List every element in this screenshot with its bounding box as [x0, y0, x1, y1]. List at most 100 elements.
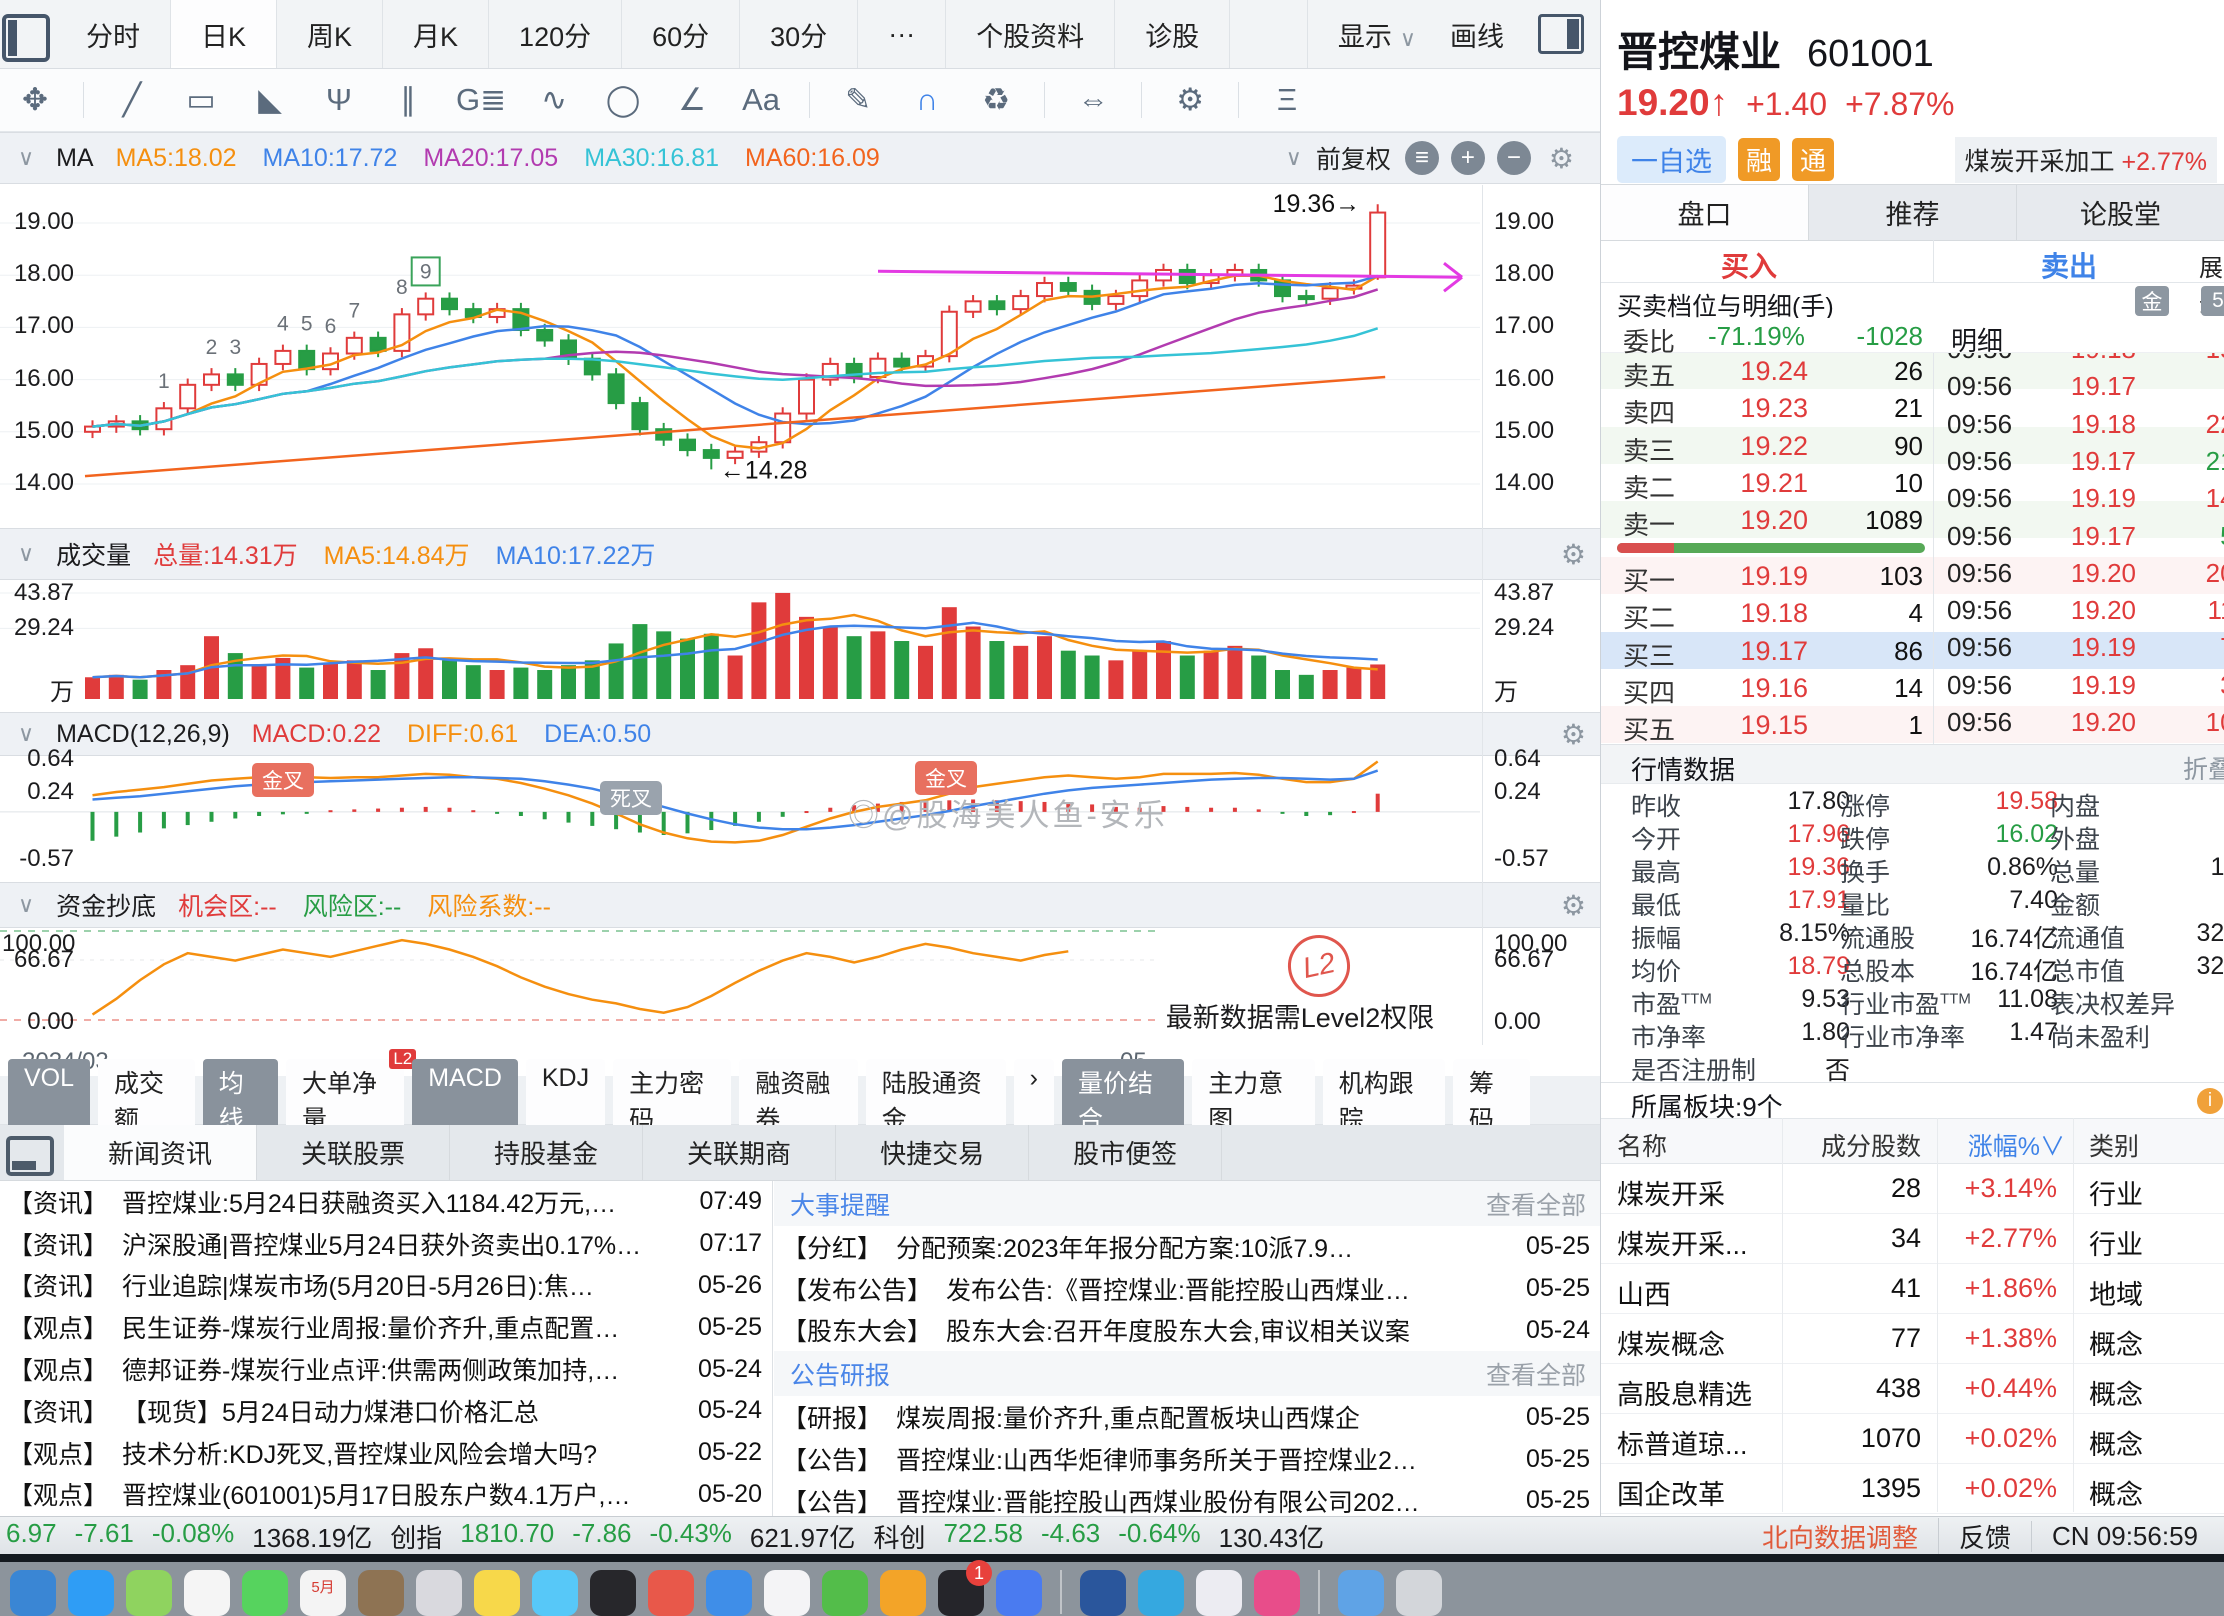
g- kline-settings-icon[interactable]: ⚙ [1549, 142, 1574, 175]
kline-chart[interactable]: 12345678919.36→←14.28 [0, 185, 1600, 528]
split-tool-icon[interactable]: ⇔ [1072, 82, 1114, 118]
sector-row-煤炭开采...[interactable]: 煤炭开采...34+2.77%行业 [1601, 1213, 2224, 1264]
dock-app-numbers[interactable] [822, 1570, 868, 1616]
trade-detail-row[interactable]: 09:5619.20118 [1935, 591, 2224, 628]
watchlist-button[interactable]: 一自选 [1617, 136, 1726, 183]
news-item[interactable]: 【观点】技术分析:KDJ死叉,晋控煤业风险会增大吗?05-22 [0, 1432, 772, 1474]
sell-button[interactable]: 卖出 [2041, 245, 2097, 285]
angle-tool-icon[interactable]: ∠ [671, 82, 713, 118]
feedback-link[interactable]: 反馈 [1938, 1518, 2031, 1555]
news-item[interactable]: 【资讯】晋控煤业:5月24日获融资买入1184.42万元,…07:49 [0, 1181, 772, 1223]
tab-···[interactable]: ··· [858, 0, 946, 68]
trade-detail-row[interactable]: 09:5619.1939 [1935, 666, 2224, 703]
news-tab-关联股票[interactable]: 关联股票 [257, 1125, 450, 1180]
sector-row-煤炭概念[interactable]: 煤炭概念77+1.38%概念 [1601, 1313, 2224, 1364]
trade-detail-row[interactable]: 09:5619.20108 [1935, 703, 2224, 740]
tab-分时[interactable]: 分时 [56, 0, 171, 68]
dock-app-calendar[interactable]: 5月 [300, 1570, 346, 1616]
tab-日K[interactable]: 日K [171, 0, 277, 68]
dock-app-downloads-folder[interactable] [1338, 1570, 1384, 1616]
panel-tab-盘口[interactable]: 盘口 [1601, 185, 1809, 240]
col-pct[interactable]: 涨幅%∨ [1968, 1127, 2065, 1163]
news-tab-快捷交易[interactable]: 快捷交易 [836, 1125, 1029, 1180]
tab-120分[interactable]: 120分 [489, 0, 622, 68]
dock-app-keynote[interactable] [648, 1570, 694, 1616]
ellipse-tool-icon[interactable]: ◯ [602, 82, 644, 118]
news-item[interactable]: 【观点】晋控煤业(601001)5月17日股东户数4.1万户,…05-20 [0, 1474, 772, 1516]
panel-toggle-icon[interactable] [6, 1136, 54, 1176]
fund-settings-icon[interactable]: ⚙ [1561, 889, 1586, 922]
tab-30分[interactable]: 30分 [740, 0, 858, 68]
text-tool-icon[interactable]: Aa [740, 82, 782, 118]
dock-app-pink-app[interactable] [1254, 1570, 1300, 1616]
panel-tab-论股堂[interactable]: 论股堂 [2017, 185, 2224, 240]
dock-app-contacts[interactable] [358, 1570, 404, 1616]
sector-row-国企改革[interactable]: 国企改革1395+0.02%概念 [1601, 1463, 2224, 1514]
news-item[interactable]: 【分红】分配预案:2023年年报分配方案:10派7.9…05-25 [774, 1226, 1600, 1268]
news-item[interactable]: 【研报】煤炭周报:量价齐升,重点配置板块山西煤企05-25 [774, 1396, 1600, 1438]
news-item[interactable]: 【公告】晋控煤业:晋能控股山西煤业股份有限公司202…05-25 [774, 1480, 1600, 1516]
news-item[interactable]: 【观点】德邦证券-煤炭行业点评:供需两侧政策加持,…05-24 [0, 1348, 772, 1390]
adjust-button[interactable]: + [1451, 141, 1485, 175]
adjust-mode-label[interactable]: 前复权 [1316, 140, 1391, 176]
collapse-icon[interactable]: ∨ [18, 721, 34, 747]
collapse-icon[interactable]: ∨ [18, 892, 34, 918]
dock-app-music[interactable]: 1 [938, 1570, 984, 1616]
connect-badge[interactable]: 通 [1792, 138, 1834, 181]
dock-app-maps[interactable] [126, 1570, 172, 1616]
dock-app-trash[interactable] [1396, 1570, 1442, 1616]
sector-row-煤炭开采[interactable]: 煤炭开采28+3.14%行业 [1601, 1163, 2224, 1214]
dock-app-onenote[interactable] [1196, 1570, 1242, 1616]
dock-app-pages[interactable] [880, 1570, 926, 1616]
sidebar-toggle-icon[interactable] [2, 14, 50, 62]
volume-chart[interactable] [0, 581, 1600, 711]
tab-60分[interactable]: 60分 [622, 0, 740, 68]
trade-detail-row[interactable]: 09:5619.20208 [1935, 554, 2224, 591]
drawline-button[interactable]: 画线 [1450, 15, 1504, 54]
tab-个股资料[interactable]: 个股资料 [946, 0, 1115, 68]
panel-tab-推荐[interactable]: 推荐 [1809, 185, 2017, 240]
fold-button[interactable]: 折叠 [2183, 750, 2224, 786]
settings-tool-icon[interactable]: ⚙ [1169, 82, 1211, 118]
level-badge[interactable]: 5 [2201, 286, 2224, 316]
news-tab-新闻资讯[interactable]: 新闻资讯 [64, 1125, 257, 1180]
news-item[interactable]: 【观点】民生证券-煤炭行业周报:量价齐升,重点配置…05-25 [0, 1306, 772, 1348]
news-tab-股市便签[interactable]: 股市便签 [1029, 1125, 1222, 1180]
dock-app-telegram[interactable] [1138, 1570, 1184, 1616]
trade-detail-row[interactable]: 09:5619.1755 [1935, 517, 2224, 554]
news-item[interactable]: 【股东大会】股东大会:召开年度股东大会,审议相关议案05-24 [774, 1310, 1600, 1352]
dock-app-messages[interactable] [242, 1570, 288, 1616]
tab-月K[interactable]: 月K [383, 0, 489, 68]
news-item[interactable]: 【资讯】【现货】5月24日动力煤港口价格汇总05-24 [0, 1390, 772, 1432]
dock-app-facetime[interactable] [532, 1570, 578, 1616]
dock-app-photos[interactable] [184, 1570, 230, 1616]
margin-badge[interactable]: 融 [1738, 138, 1780, 181]
info-icon[interactable]: i [2197, 1088, 2223, 1114]
pitchfork-tool-icon[interactable]: Ψ [318, 82, 360, 118]
view-all-link[interactable]: 查看全部 [1486, 1186, 1586, 1222]
adjust-button[interactable]: − [1497, 141, 1531, 175]
display-menu[interactable]: 显示∨ [1338, 15, 1416, 54]
news-item[interactable]: 【资讯】沪深股通|晋控煤业5月24日获外资卖出0.17%…07:17 [0, 1223, 772, 1265]
dock-app-system-settings[interactable] [416, 1570, 462, 1616]
right-panel-toggle-icon[interactable] [1538, 14, 1584, 54]
gann-tool-icon[interactable]: G≣ [456, 82, 506, 118]
rect-tool-icon[interactable]: ▭ [180, 82, 222, 118]
volume-settings-icon[interactable]: ⚙ [1561, 538, 1586, 571]
trade-detail-row[interactable]: 09:5619.17216 [1935, 442, 2224, 479]
trade-detail-row[interactable]: 09:5619.18226 [1935, 405, 2224, 442]
dock-app-finder[interactable] [10, 1570, 56, 1616]
magnet-tool-icon[interactable]: ∩ [906, 82, 948, 118]
trade-detail-row[interactable]: 09:5619.19145 [1935, 479, 2224, 516]
gold-badge[interactable]: 金 [2135, 286, 2169, 316]
trash-tool-icon[interactable]: ♻ [975, 82, 1017, 118]
tab-周K[interactable]: 周K [277, 0, 383, 68]
dock-app-word[interactable] [1080, 1570, 1126, 1616]
news-item[interactable]: 【资讯】行业追踪|煤炭市场(5月20日-5月26日):焦…05-26 [0, 1265, 772, 1307]
sector-row-高股息精选[interactable]: 高股息精选438+0.44%概念 [1601, 1363, 2224, 1414]
fan-tool-icon[interactable]: ◣ [249, 82, 291, 118]
move-tool-icon[interactable]: ✥ [14, 82, 56, 118]
trade-detail-row[interactable]: 09:5619.178 [1935, 367, 2224, 404]
buy-button[interactable]: 买入 [1721, 245, 1777, 285]
news-item[interactable]: 【发布公告】发布公告:《晋控煤业:晋能控股山西煤业…05-25 [774, 1268, 1600, 1310]
